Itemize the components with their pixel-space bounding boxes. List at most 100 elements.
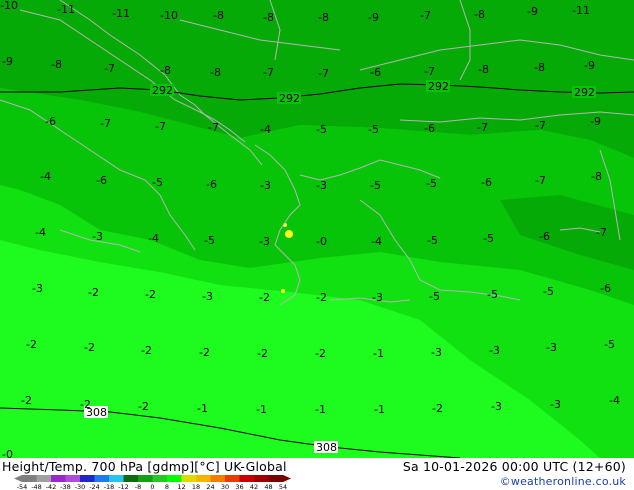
temperature-label: -7: [535, 119, 546, 132]
legend-tick-label: -24: [89, 483, 100, 490]
temperature-label: -1: [374, 403, 385, 416]
temperature-label: -3: [431, 346, 442, 359]
legend-swatch: [268, 475, 284, 482]
temperature-label: -2: [80, 398, 91, 411]
temperature-label: -1: [373, 347, 384, 360]
temperature-label: -5: [429, 290, 440, 303]
legend-swatch: [36, 475, 52, 482]
temperature-label: -3: [32, 282, 43, 295]
legend-arrow-left: [14, 475, 22, 482]
temperature-label: -9: [527, 5, 538, 18]
svg-text:292: 292: [152, 84, 173, 97]
legend-tick-label: -38: [60, 483, 71, 490]
temperature-label: -2: [145, 288, 156, 301]
temperature-label: -4: [40, 170, 51, 183]
temperature-label: -8: [263, 11, 274, 24]
temperature-label: -7: [420, 9, 431, 22]
temperature-label: -3: [372, 291, 383, 304]
legend-swatch: [196, 475, 211, 482]
temperature-label: -9: [584, 59, 595, 72]
temperature-label: -5: [316, 123, 327, 136]
temperature-label: -10: [0, 0, 18, 12]
temperature-label: -2: [21, 394, 32, 407]
temperature-label: -8: [213, 9, 224, 22]
temperature-label: -8: [210, 66, 221, 79]
temperature-label: -11: [112, 7, 130, 20]
temperature-label: -8: [160, 64, 171, 77]
temperature-label: -2: [88, 286, 99, 299]
temperature-label: -7: [208, 121, 219, 134]
height-label-292-a: 292: [150, 84, 174, 97]
temperature-label: -2: [141, 344, 152, 357]
credit-link[interactable]: ©weatheronline.co.uk: [500, 475, 626, 488]
temperature-label: -2: [84, 341, 95, 354]
temperature-label: -5: [204, 234, 215, 247]
legend-swatch: [210, 475, 226, 482]
temperature-label: -8: [534, 61, 545, 74]
legend-tick-label: 42: [250, 483, 258, 490]
temperature-label: -0: [316, 235, 327, 248]
temperature-label: -6: [539, 230, 550, 243]
temperature-label: -4: [260, 123, 271, 136]
temperature-label: -6: [600, 282, 611, 295]
legend-tick-label: 48: [264, 483, 272, 490]
temperature-label: -6: [481, 176, 492, 189]
temperature-label: -4: [609, 394, 620, 407]
svg-text:292: 292: [574, 86, 595, 99]
temperature-label: -5: [604, 338, 615, 351]
temperature-label: -8: [478, 63, 489, 76]
temperature-label: -7: [100, 117, 111, 130]
temperature-label: -11: [572, 4, 590, 17]
temperature-label: -5: [370, 179, 381, 192]
temperature-label: -5: [487, 288, 498, 301]
legend-swatch: [123, 475, 139, 482]
temperature-label: -2: [432, 402, 443, 415]
temperature-label: -1: [197, 402, 208, 415]
valid-datetime: Sa 10-01-2026 00:00 UTC (12+60): [402, 459, 626, 474]
temperature-label: -8: [591, 170, 602, 183]
warm-spot-3: [281, 289, 285, 293]
legend-tick-label: -30: [75, 483, 86, 490]
temperature-label: -9: [2, 55, 13, 68]
temperature-label: -6: [424, 122, 435, 135]
temperature-label: -3: [92, 230, 103, 243]
legend-swatch: [254, 475, 269, 482]
legend-tick-label: -8: [135, 483, 141, 490]
temperature-label: -6: [96, 174, 107, 187]
legend-swatch: [109, 475, 124, 482]
temperature-label: -3: [202, 290, 213, 303]
temperature-label: -7: [155, 120, 166, 133]
temperature-label: -3: [489, 344, 500, 357]
temperature-label: -4: [148, 232, 159, 245]
temperature-label: -5: [152, 176, 163, 189]
height-label-292-b: 292: [277, 92, 301, 105]
temperature-label: -4: [35, 226, 46, 239]
legend-tick-label: -12: [118, 483, 129, 490]
temperature-label: -3: [491, 400, 502, 413]
legend-swatch: [152, 475, 168, 482]
height-label-292-c: 292: [426, 80, 450, 93]
svg-text:292: 292: [428, 80, 449, 93]
temperature-label: -7: [263, 66, 274, 79]
temperature-label: -3: [260, 179, 271, 192]
temperature-label: -5: [543, 285, 554, 298]
legend-tick-label: 30: [221, 483, 229, 490]
temperature-label: -8: [51, 58, 62, 71]
legend-swatch: [94, 475, 110, 482]
temperature-label: -3: [316, 179, 327, 192]
legend-tick-label: 0: [150, 483, 154, 490]
temperature-label: -7: [424, 65, 435, 78]
temperature-label: -8: [474, 8, 485, 21]
weather-map: 292 292 292 292 308 308 -10-11 -11 -10 -…: [0, 0, 634, 458]
temperature-label: -7: [477, 121, 488, 134]
temperature-label: -5: [483, 232, 494, 245]
legend-swatch: [80, 475, 95, 482]
temperature-label: -1: [256, 403, 267, 416]
legend-swatch: [181, 475, 197, 482]
map-title: Height/Temp. 700 hPa [gdmp][°C] UK-Globa…: [2, 459, 287, 474]
legend-swatch: [22, 475, 37, 482]
temperature-label: -6: [206, 178, 217, 191]
temperature-label: -5: [426, 177, 437, 190]
temperature-label: -2: [316, 291, 327, 304]
temperature-label: -9: [590, 115, 601, 128]
